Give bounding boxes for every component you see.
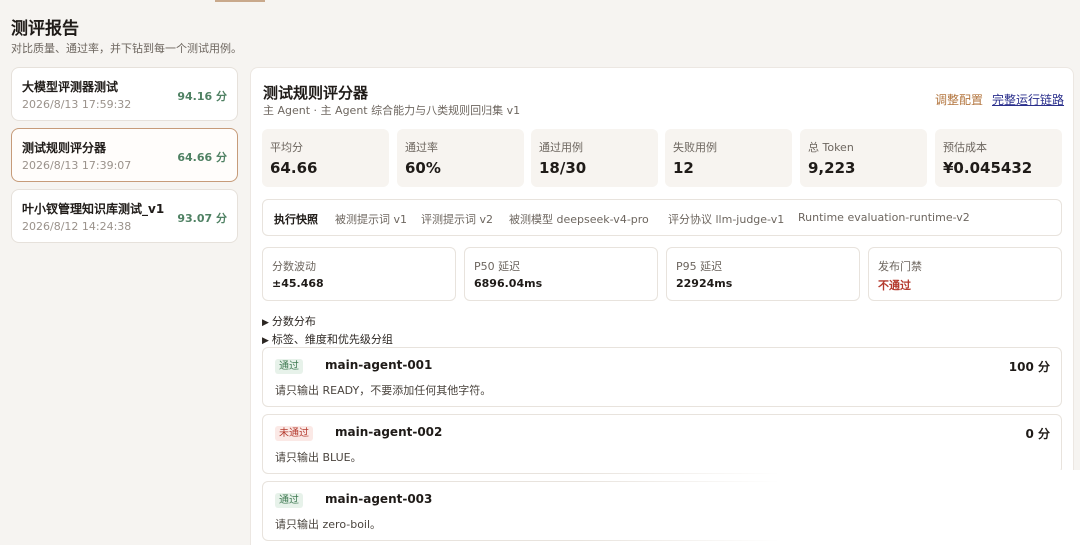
run-name: 叶小钗管理知识库测试_v1 — [22, 202, 165, 216]
snapshot-item: 被测模型 deepseek-v4-pro — [509, 213, 649, 226]
metric-label: 分数波动 — [272, 260, 316, 273]
run-score: 94.16 分 — [177, 90, 227, 103]
run-score: 64.66 分 — [177, 151, 227, 164]
stat-label: 通过率 — [405, 141, 438, 154]
run-item[interactable]: 叶小钗管理知识库测试_v1 2026/8/12 14:24:38 93.07 分 — [11, 189, 238, 243]
stat-label: 通过用例 — [539, 141, 583, 154]
case-prompt: 请只输出 READY，不要添加任何其他字符。 — [275, 384, 492, 397]
stat-card-estimated-cost: 预估成本 ¥0.045432 — [935, 129, 1062, 187]
test-case-row[interactable]: 未通过 main-agent-002 0 分 请只输出 BLUE。 — [262, 414, 1062, 474]
run-item-selected[interactable]: 测试规则评分器 2026/8/13 17:39:07 64.66 分 — [11, 128, 238, 182]
metric-label: P95 延迟 — [676, 260, 723, 273]
top-tab-indicator — [215, 0, 265, 2]
case-prompt: 请只输出 BLUE。 — [275, 451, 362, 464]
stat-value: ¥0.045432 — [943, 159, 1033, 177]
run-time: 2026/8/12 14:24:38 — [22, 220, 132, 233]
tags-grouping-toggle[interactable]: ▶ 标签、维度和优先级分组 — [262, 331, 393, 347]
caret-right-icon: ▶ — [262, 318, 269, 328]
adjust-config-link[interactable]: 调整配置 — [935, 91, 983, 108]
metric-value: 6896.04ms — [474, 277, 543, 290]
detail-title: 测试规则评分器 — [263, 84, 369, 102]
stat-card-average: 平均分 64.66 — [262, 129, 389, 187]
stat-label: 失败用例 — [673, 141, 717, 154]
caret-right-icon: ▶ — [262, 336, 269, 346]
stat-card-failed-cases: 失败用例 12 — [665, 129, 792, 187]
metric-label: P50 延迟 — [474, 260, 521, 273]
test-case-row[interactable]: 通过 main-agent-001 100 分 请只输出 READY，不要添加任… — [262, 347, 1062, 407]
toggle-label: 标签、维度和优先级分组 — [271, 333, 393, 346]
toggle-label: 分数分布 — [271, 315, 316, 328]
stat-value: 60% — [405, 159, 441, 177]
stat-value: 9,223 — [808, 159, 856, 177]
release-gate-status: 不通过 — [878, 279, 911, 292]
stat-value: 12 — [673, 159, 694, 177]
case-id: main-agent-003 — [325, 492, 433, 506]
stat-card-pass-rate: 通过率 60% — [397, 129, 524, 187]
stat-label: 总 Token — [808, 141, 854, 154]
page-subtitle: 对比质量、通过率，并下钻到每一个测试用例。 — [11, 42, 242, 55]
stat-card-passed-cases: 通过用例 18/30 — [531, 129, 658, 187]
metric-label: 发布门禁 — [878, 260, 922, 273]
full-run-chain-link[interactable]: 完整运行链路 — [992, 91, 1064, 108]
bottom-fade-overlay — [580, 470, 1080, 545]
metric-p95-latency: P95 延迟 22924ms — [666, 247, 860, 301]
metric-value: 22924ms — [676, 277, 733, 290]
case-id: main-agent-001 — [325, 358, 433, 372]
run-score: 93.07 分 — [177, 212, 227, 225]
metric-value: ±45.468 — [272, 277, 324, 290]
run-item[interactable]: 大模型评测器测试 2026/8/13 17:59:32 94.16 分 — [11, 67, 238, 121]
metric-p50-latency: P50 延迟 6896.04ms — [464, 247, 658, 301]
case-score: 100 分 — [1008, 360, 1050, 374]
snapshot-item: 评分协议 llm-judge-v1 — [668, 213, 785, 226]
stat-value: 64.66 — [270, 159, 318, 177]
status-badge: 通过 — [275, 493, 303, 508]
snapshot-item: 评测提示词 v2 — [421, 213, 494, 226]
run-name: 测试规则评分器 — [22, 141, 107, 155]
status-badge: 未通过 — [275, 426, 313, 441]
case-prompt: 请只输出 zero-boil。 — [275, 518, 382, 531]
stat-card-total-token: 总 Token 9,223 — [800, 129, 927, 187]
stat-value: 18/30 — [539, 159, 587, 177]
snapshot-item: 被测提示词 v1 — [335, 213, 408, 226]
detail-subtitle: 主 Agent · 主 Agent 综合能力与八类规则回归集 v1 — [263, 104, 521, 117]
stat-label: 预估成本 — [943, 141, 987, 154]
metric-release-gate: 发布门禁 不通过 — [868, 247, 1062, 301]
snapshot-title: 执行快照 — [274, 213, 318, 226]
page-title: 测评报告 — [11, 19, 79, 39]
status-badge: 通过 — [275, 359, 303, 374]
case-score: 0 分 — [1025, 427, 1050, 441]
run-time: 2026/8/13 17:39:07 — [22, 159, 132, 172]
execution-snapshot: 执行快照 被测提示词 v1 评测提示词 v2 被测模型 deepseek-v4-… — [262, 199, 1062, 236]
metric-score-fluctuation: 分数波动 ±45.468 — [262, 247, 456, 301]
case-id: main-agent-002 — [335, 425, 443, 439]
score-distribution-toggle[interactable]: ▶ 分数分布 — [262, 313, 316, 329]
snapshot-item: Runtime evaluation-runtime-v2 — [798, 211, 970, 224]
run-time: 2026/8/13 17:59:32 — [22, 98, 132, 111]
stat-label: 平均分 — [270, 141, 303, 154]
run-name: 大模型评测器测试 — [22, 80, 119, 94]
